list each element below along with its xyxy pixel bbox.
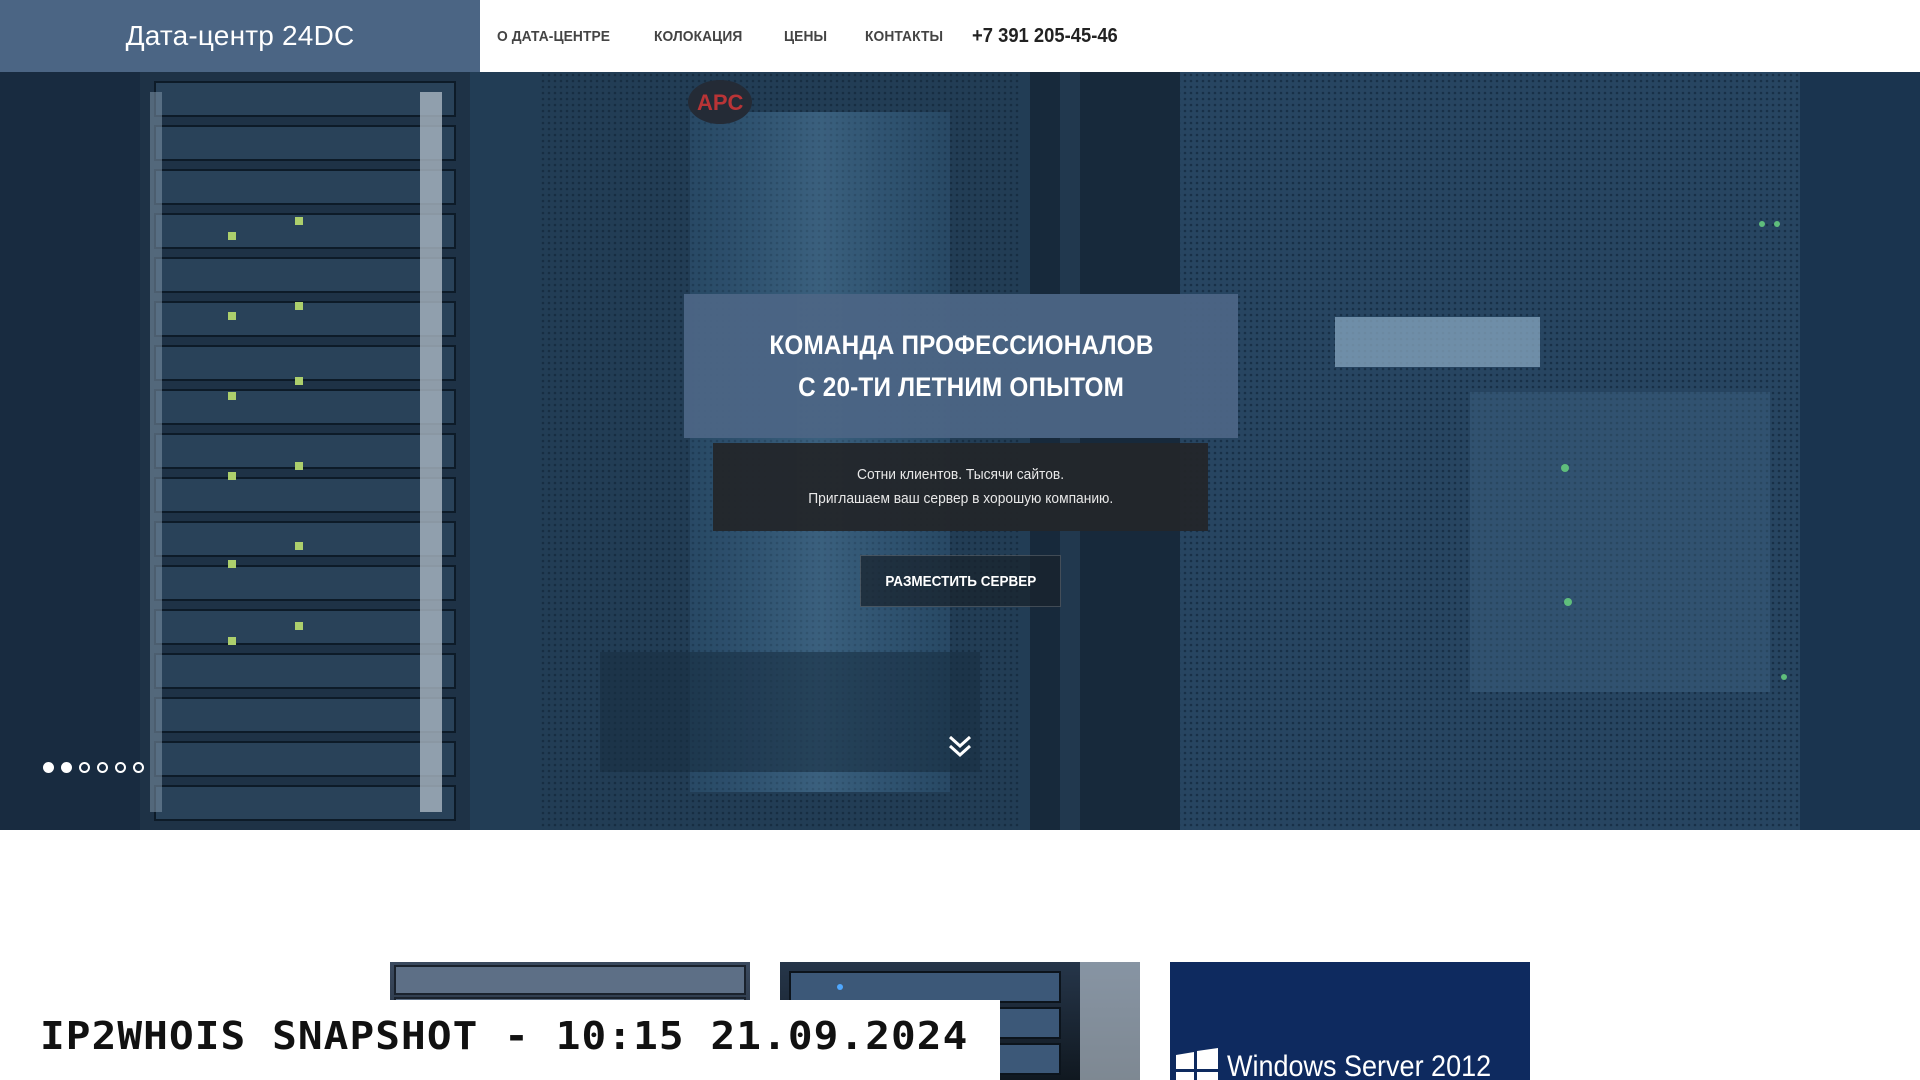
hero-headline-line-1: КОМАНДА ПРОФЕССИОНАЛОВ <box>768 330 1154 360</box>
nav-contacts[interactable]: КОНТАКТЫ <box>865 28 943 45</box>
top-navigation: О ДАТА-ЦЕНТРЕ КОЛОКАЦИЯ ЦЕНЫ КОНТАКТЫ +7… <box>480 0 1920 72</box>
place-server-button[interactable]: РАЗМЕСТИТЬ СЕРВЕР <box>860 555 1061 607</box>
snapshot-watermark-text: IP2WHOIS SNAPSHOT - 10:15 21.09.2024 <box>40 1014 969 1058</box>
slider-dot-2[interactable] <box>61 762 72 773</box>
hero-headline: КОМАНДА ПРОФЕССИОНАЛОВ С 20-ТИ ЛЕТНИМ ОП… <box>684 294 1238 438</box>
nav-colocation[interactable]: КОЛОКАЦИЯ <box>654 28 742 45</box>
slider-dot-6[interactable] <box>133 762 144 773</box>
hero-subtext: Сотни клиентов. Тысячи сайтов. Приглашае… <box>713 443 1208 531</box>
place-server-button-label: РАЗМЕСТИТЬ СЕРВЕР <box>885 572 1036 590</box>
slider-pagination <box>43 762 144 773</box>
slider-dot-5[interactable] <box>115 762 126 773</box>
hero-subtext-line-2: Приглашаем ваш сервер в хорошую компанию… <box>808 490 1113 507</box>
nav-prices[interactable]: ЦЕНЫ <box>784 28 827 45</box>
phone-number[interactable]: +7 391 205-45-46 <box>972 25 1118 48</box>
card-windows-server[interactable]: Windows Server 2012 <box>1170 962 1530 1080</box>
snapshot-watermark: IP2WHOIS SNAPSHOT - 10:15 21.09.2024 <box>0 1000 1000 1080</box>
slider-dot-1[interactable] <box>43 762 54 773</box>
windows-logo-icon <box>1176 1048 1218 1080</box>
double-chevron-down-icon[interactable] <box>946 734 974 760</box>
site-logo[interactable]: Дата-центр 24DC <box>0 0 480 72</box>
hero-headline-line-2: С 20-ТИ ЛЕТНИМ ОПЫТОМ <box>798 372 1124 402</box>
windows-server-label: Windows Server 2012 <box>1227 1050 1492 1080</box>
hero-slider: APC КОМАНДА ПРОФЕССИОНАЛОВ С 20-ТИ ЛЕТНИ… <box>0 72 1920 830</box>
hero-subtext-line-1: Сотни клиентов. Тысячи сайтов. <box>856 466 1065 483</box>
slider-dot-3[interactable] <box>79 762 90 773</box>
slider-dot-4[interactable] <box>97 762 108 773</box>
nav-about[interactable]: О ДАТА-ЦЕНТРЕ <box>497 28 610 45</box>
